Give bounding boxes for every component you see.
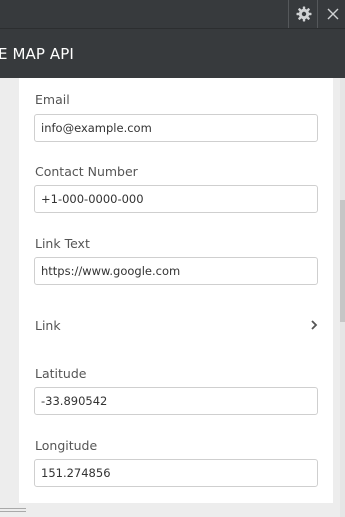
gear-icon xyxy=(296,6,311,22)
settings-panel: Email info@example.com Contact Number +1… xyxy=(19,78,333,503)
longitude-field[interactable]: 151.274856 xyxy=(34,459,318,487)
email-label: Email xyxy=(35,92,70,107)
panel-title: E MAP API xyxy=(0,45,74,63)
close-icon xyxy=(327,8,338,20)
contact-number-field[interactable]: +1-000-0000-000 xyxy=(34,185,318,213)
chevron-right-icon xyxy=(311,320,318,330)
top-toolbar xyxy=(0,0,345,28)
link-label: Link xyxy=(35,318,61,333)
link-text-label: Link Text xyxy=(35,236,90,251)
latitude-field[interactable]: -33.890542 xyxy=(34,387,318,415)
contact-number-label: Contact Number xyxy=(35,164,138,179)
settings-button[interactable] xyxy=(288,0,318,28)
scrollbar-thumb[interactable] xyxy=(340,200,345,322)
panel-header: E MAP API xyxy=(0,28,345,78)
resize-handle[interactable] xyxy=(0,508,26,514)
link-text-field[interactable]: https://www.google.com xyxy=(34,257,318,285)
latitude-label: Latitude xyxy=(35,366,87,381)
longitude-label: Longitude xyxy=(35,438,98,453)
close-button[interactable] xyxy=(317,0,345,28)
email-field[interactable]: info@example.com xyxy=(34,114,318,142)
link-row[interactable]: Link xyxy=(19,309,333,343)
